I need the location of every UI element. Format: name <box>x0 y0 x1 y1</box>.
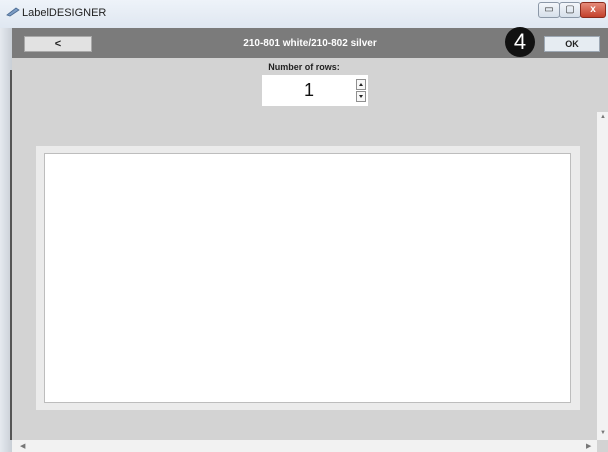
scroll-left-icon[interactable]: ◀ <box>20 442 25 450</box>
title-bar: LabelDESIGNER ▭ ▢ x <box>0 0 608 29</box>
toolbar: < 210-801 white/210-802 silver 4 OK <box>12 27 608 58</box>
minimize-button[interactable]: ▭ <box>538 2 560 18</box>
window-left-shadow <box>10 70 12 440</box>
maximize-button[interactable]: ▢ <box>559 2 581 18</box>
ok-button[interactable]: OK <box>544 36 600 52</box>
spin-down-icon <box>359 95 363 98</box>
close-button[interactable]: x <box>580 2 606 18</box>
label-cell-middle[interactable] <box>45 277 570 339</box>
scroll-down-icon[interactable]: ▼ <box>600 430 606 436</box>
horizontal-scrollbar[interactable]: ◀ ▶ <box>12 440 597 452</box>
pen-icon <box>6 7 20 17</box>
spin-up-icon <box>359 83 363 86</box>
app-window: LabelDESIGNER ▭ ▢ x < 210-801 white/210-… <box>0 0 608 452</box>
spin-up-button[interactable] <box>356 79 366 90</box>
step-badge: 4 <box>505 27 535 57</box>
label-cell-top-right[interactable] <box>307 154 570 278</box>
label-cell-top-left[interactable] <box>45 154 308 278</box>
rows-stepper: 1 <box>262 75 368 106</box>
scroll-right-icon[interactable]: ▶ <box>586 442 591 450</box>
spin-down-button[interactable] <box>356 91 366 102</box>
rows-value-field[interactable]: 1 <box>262 75 356 106</box>
vertical-scrollbar[interactable]: ▲ ▼ <box>597 112 608 440</box>
scroll-up-icon[interactable]: ▲ <box>600 114 606 120</box>
rows-label: Number of rows: <box>268 62 340 72</box>
window-title: LabelDESIGNER <box>22 7 107 19</box>
label-preview <box>44 153 571 403</box>
label-cell-bottom[interactable] <box>45 338 570 402</box>
label-preview-frame <box>36 146 580 410</box>
